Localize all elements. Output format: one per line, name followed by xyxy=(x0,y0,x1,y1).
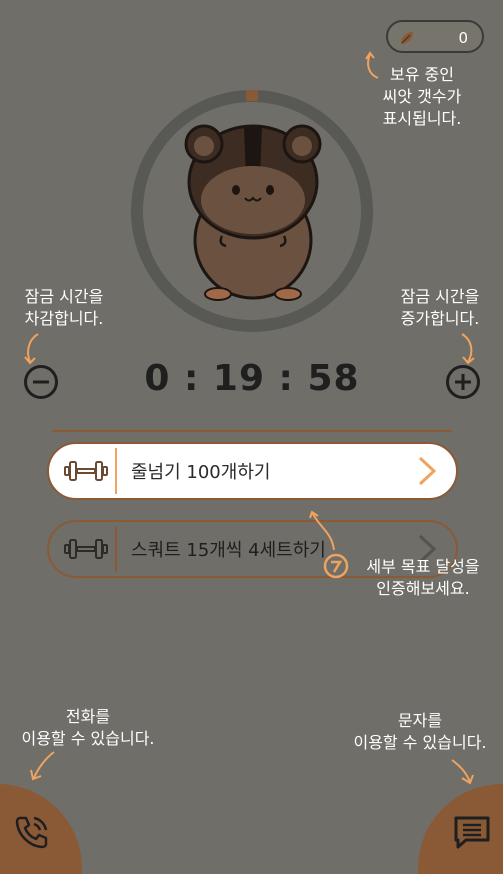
message-hint: 문자를 이용할 수 있습니다. xyxy=(353,711,487,752)
divider xyxy=(52,430,452,432)
timer-display: 0 : 19 : 58 xyxy=(144,358,360,399)
seed-counter: 0 xyxy=(386,20,484,53)
dumbbell-icon xyxy=(64,539,108,559)
phone-icon xyxy=(15,816,48,849)
seed-hint: 보유 중인 씨앗 갯수가 표시됩니다. xyxy=(382,65,462,128)
increase-time-button[interactable] xyxy=(445,364,481,400)
phone-hint: 전화를 이용할 수 있습니다. xyxy=(21,707,155,748)
message-hint-arrow-icon xyxy=(451,759,474,785)
progress-marker xyxy=(246,90,258,101)
increase-hint-arrow-icon xyxy=(461,333,475,365)
task-item-jump-rope[interactable]: 줄넘기 100개하기 xyxy=(47,442,458,500)
phone-button[interactable] xyxy=(0,784,82,874)
dumbbell-icon xyxy=(64,461,108,481)
message-button[interactable] xyxy=(418,784,503,874)
goal-hint-arrow-icon xyxy=(309,510,349,579)
task-separator xyxy=(115,448,117,494)
goal-hint: 세부 목표 달성을 인증해보세요. xyxy=(366,557,480,598)
seed-count: 0 xyxy=(458,29,468,47)
chevron-right-icon xyxy=(418,456,437,486)
hamster-icon xyxy=(184,124,322,301)
task-separator xyxy=(115,526,117,572)
message-icon xyxy=(454,816,490,849)
phone-hint-arrow-icon xyxy=(30,751,55,781)
task-label: 줄넘기 100개하기 xyxy=(131,462,271,483)
increase-hint: 잠금 시간을 증가합니다. xyxy=(400,287,480,328)
seed-icon xyxy=(401,32,413,44)
decrease-time-button[interactable] xyxy=(23,364,59,400)
decrease-hint: 잠금 시간을 차감합니다. xyxy=(24,287,104,328)
decrease-hint-arrow-icon xyxy=(24,333,39,365)
